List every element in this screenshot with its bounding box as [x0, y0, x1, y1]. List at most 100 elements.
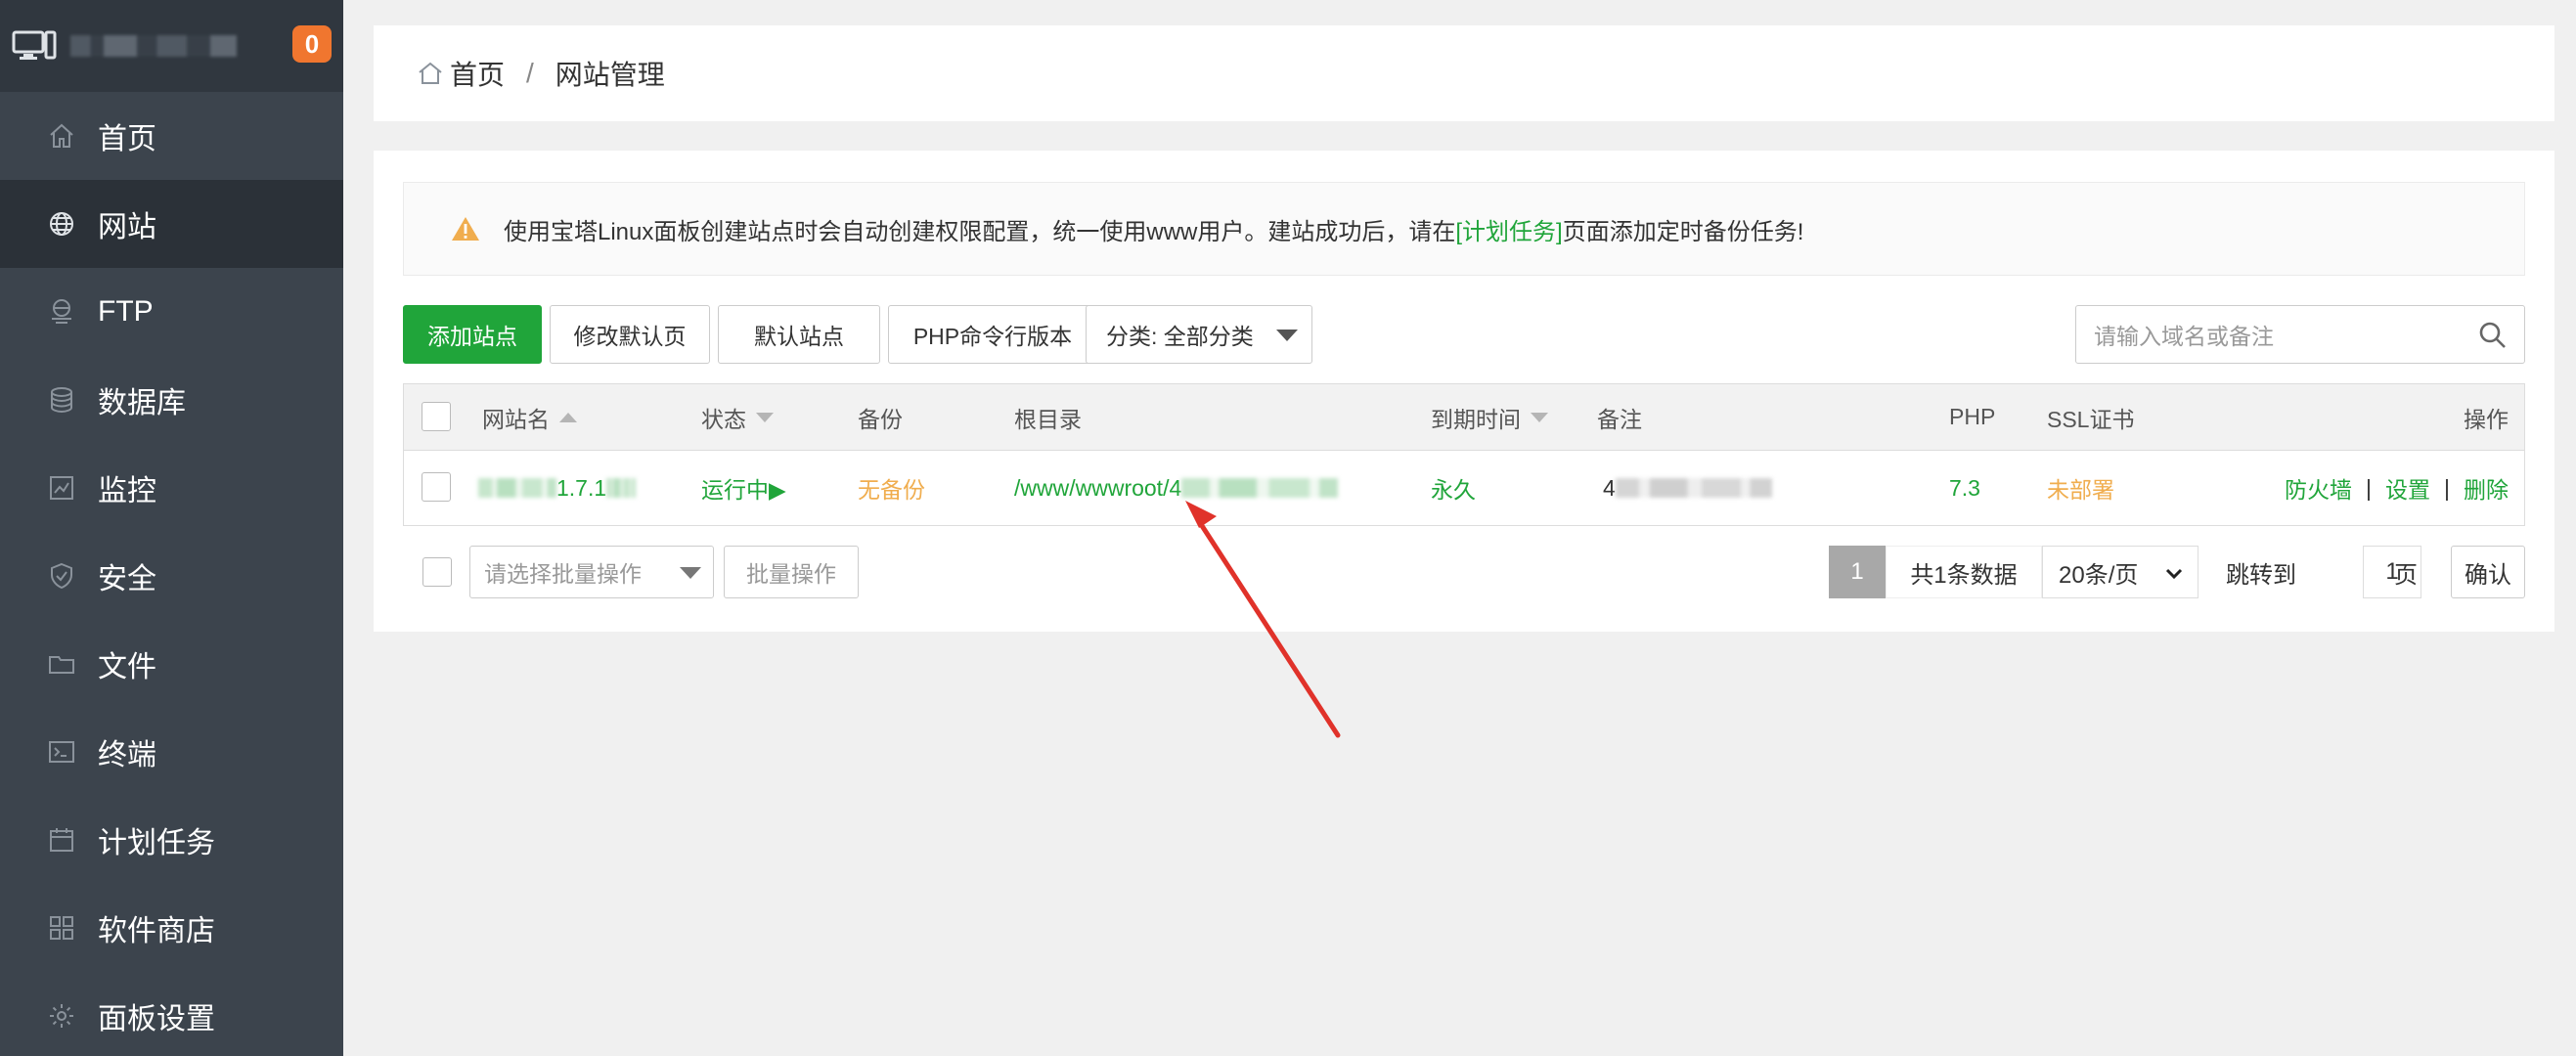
redacted-text [1181, 478, 1339, 498]
header-remark: 备注 [1597, 406, 1642, 432]
calendar-icon [47, 825, 76, 855]
warning-icon [451, 215, 480, 242]
notice-text: 使用宝塔Linux面板创建站点时会自动创建权限配置，统一使用www用户。建站成功… [504, 218, 1456, 245]
table-row: 1.7.1 运行中▶ 无备份 /www/wwwroot/4 永久 4 7.3 未… [404, 451, 2524, 525]
ftp-icon [47, 297, 76, 327]
batch-select-placeholder: 请选择批量操作 [484, 561, 642, 587]
sidebar-item-store[interactable]: 软件商店 [0, 884, 343, 972]
breadcrumb-home[interactable]: 首页 [450, 54, 505, 93]
expire-value[interactable]: 永久 [1431, 451, 1476, 525]
header-site-name[interactable]: 网站名 [482, 384, 577, 450]
sidebar-item-label: 面板设置 [98, 1003, 215, 1035]
batch-select-all-checkbox[interactable] [422, 557, 452, 587]
search-placeholder: 请输入域名或备注 [2094, 324, 2274, 349]
edit-default-page-button[interactable]: 修改默认页 [550, 305, 710, 364]
caret-down-icon [680, 567, 701, 579]
jump-confirm-button[interactable]: 确认 [2451, 546, 2525, 598]
folder-icon [47, 649, 76, 679]
ops-separator: | [2444, 474, 2450, 501]
cron-task-link[interactable]: [计划任务] [1455, 212, 1562, 246]
page-size-select[interactable]: 20条/页 [2042, 546, 2198, 598]
sidebar: 0 首页 网站 FTP 数据库 监控 安全 文件 终端 计划任务 软件商店 面板… [0, 0, 343, 1056]
sort-desc-icon [1531, 412, 1548, 422]
globe-icon [47, 209, 76, 239]
header-expire[interactable]: 到期时间 [1431, 384, 1548, 450]
header-php: PHP [1949, 404, 1996, 429]
monitor-chart-icon [47, 473, 76, 503]
redacted-text [478, 478, 556, 498]
breadcrumb-separator: / [526, 58, 534, 88]
search-input[interactable]: 请输入域名或备注 [2075, 305, 2525, 364]
chevron-down-icon [2164, 562, 2184, 582]
category-select-value: 分类: 全部分类 [1106, 324, 1254, 349]
sidebar-item-monitor[interactable]: 监控 [0, 444, 343, 532]
sidebar-item-label: 首页 [98, 123, 156, 155]
ssl-status-link[interactable]: 未部署 [2047, 451, 2114, 525]
site-management-panel: 使用宝塔Linux面板创建站点时会自动创建权限配置，统一使用www用户。建站成功… [374, 151, 2554, 632]
batch-operation-select[interactable]: 请选择批量操作 [469, 546, 714, 598]
shield-icon [47, 561, 76, 591]
sidebar-item-label: FTP [98, 295, 154, 328]
sidebar-item-files[interactable]: 文件 [0, 620, 343, 708]
add-site-button[interactable]: 添加站点 [403, 305, 542, 364]
header-status[interactable]: 状态 [701, 384, 774, 450]
php-cli-version-button[interactable]: PHP命令行版本 [888, 305, 1097, 364]
backup-link[interactable]: 无备份 [858, 451, 925, 525]
sidebar-item-label: 网站 [98, 211, 156, 243]
delete-link[interactable]: 删除 [2464, 471, 2509, 505]
site-table: 网站名 状态 备份 根目录 到期时间 备注 PHP SSL证书 操作 1.7.1… [403, 383, 2525, 526]
ops-separator: | [2366, 474, 2373, 501]
breadcrumb: 首页 / 网站管理 [374, 25, 2554, 121]
sidebar-item-ftp[interactable]: FTP [0, 268, 343, 356]
sidebar-item-cron[interactable]: 计划任务 [0, 796, 343, 884]
server-ip-redacted [70, 35, 237, 57]
breadcrumb-current: 网站管理 [555, 60, 665, 90]
redacted-text [606, 478, 637, 498]
jump-to-label: 跳转到 [2226, 561, 2296, 589]
redacted-text [1615, 478, 1772, 498]
sidebar-item-settings[interactable]: 面板设置 [0, 972, 343, 1056]
home-icon[interactable] [417, 60, 444, 87]
header-root: 根目录 [1014, 406, 1082, 432]
settings-link[interactable]: 设置 [2385, 471, 2430, 505]
sidebar-item-label: 计划任务 [98, 827, 215, 859]
sort-asc-icon [559, 412, 577, 422]
sidebar-item-database[interactable]: 数据库 [0, 356, 343, 444]
sidebar-item-label: 数据库 [98, 387, 186, 419]
header-ssl: SSL证书 [2047, 406, 2135, 432]
sidebar-item-home[interactable]: 首页 [0, 92, 343, 180]
sidebar-item-label: 文件 [98, 651, 156, 683]
grid-icon [47, 913, 76, 943]
sidebar-item-label: 软件商店 [98, 915, 215, 947]
firewall-link[interactable]: 防火墙 [2285, 471, 2352, 505]
computer-icon [12, 29, 57, 63]
table-header: 网站名 状态 备份 根目录 到期时间 备注 PHP SSL证书 操作 [404, 384, 2524, 451]
status-running-toggle[interactable]: 运行中▶ [701, 451, 786, 525]
page-unit-label: 页 [2394, 561, 2418, 589]
notice-banner: 使用宝塔Linux面板创建站点时会自动创建权限配置，统一使用www用户。建站成功… [403, 182, 2525, 276]
root-dir-link[interactable]: /www/wwwroot/4 [1014, 451, 1339, 525]
remark-value[interactable]: 4 [1603, 451, 1772, 525]
select-all-checkbox[interactable] [422, 402, 451, 431]
row-checkbox[interactable] [422, 472, 451, 502]
site-name-link[interactable]: 1.7.1 [478, 451, 637, 525]
notice-text-tail: 页面添加定时备份任务! [1562, 218, 1804, 245]
notification-badge[interactable]: 0 [292, 25, 332, 63]
batch-operation-button[interactable]: 批量操作 [724, 546, 859, 598]
row-operations: 防火墙 | 设置 | 删除 [2285, 451, 2509, 525]
category-select[interactable]: 分类: 全部分类 [1086, 305, 1312, 364]
database-icon [47, 385, 76, 415]
pagination-total: 共1条数据 [1886, 546, 2042, 598]
terminal-icon [47, 737, 76, 767]
default-site-button[interactable]: 默认站点 [718, 305, 880, 364]
pagination-current-page[interactable]: 1 [1829, 546, 1886, 598]
search-icon[interactable] [2477, 320, 2509, 351]
sidebar-item-terminal[interactable]: 终端 [0, 708, 343, 796]
sidebar-item-label: 安全 [98, 563, 156, 595]
sidebar-item-security[interactable]: 安全 [0, 532, 343, 620]
sidebar-item-website[interactable]: 网站 [0, 180, 343, 268]
server-header[interactable]: 0 [0, 0, 343, 92]
caret-down-icon [1276, 330, 1298, 341]
php-version-link[interactable]: 7.3 [1949, 451, 1980, 525]
page-size-value: 20条/页 [2059, 561, 2139, 589]
